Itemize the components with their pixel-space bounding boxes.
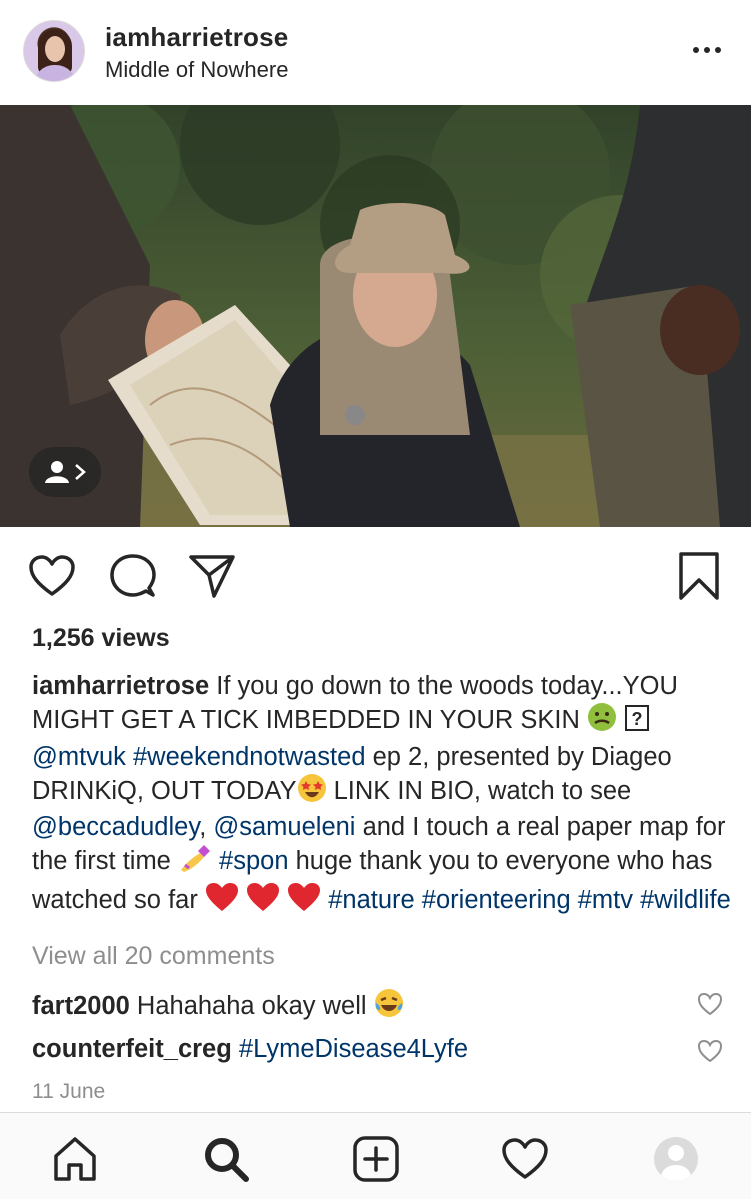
- hashtag-orienteering[interactable]: #orienteering: [422, 886, 571, 914]
- post-actions-bar: [0, 540, 751, 610]
- hashtag-spon[interactable]: #spon: [219, 847, 288, 875]
- activity-heart-icon[interactable]: [499, 1133, 551, 1185]
- user-avatar[interactable]: [23, 20, 85, 82]
- mention-beccadudley[interactable]: @beccadudley: [32, 813, 199, 841]
- red-heart-icon: [287, 882, 321, 920]
- nauseated-face-icon: [587, 702, 617, 740]
- post-header: iamharrietrose Middle of Nowhere: [0, 0, 751, 105]
- caption-username[interactable]: iamharrietrose: [32, 672, 209, 700]
- home-icon[interactable]: [49, 1133, 101, 1185]
- comment-username[interactable]: counterfeit_creg: [32, 1035, 232, 1063]
- star-struck-icon: [297, 773, 327, 811]
- bottom-navigation: [0, 1112, 751, 1199]
- tears-of-joy-icon: [374, 988, 404, 1025]
- post-photo-image: [0, 105, 751, 527]
- caption-text-3: LINK IN BIO, watch to see: [326, 776, 632, 805]
- mention-mtvuk[interactable]: @mtvuk: [32, 743, 126, 771]
- view-count[interactable]: 1,256 views: [32, 624, 170, 653]
- hashtag-wildlife[interactable]: #wildlife: [640, 886, 731, 914]
- comment-hashtag[interactable]: #LymeDisease4Lyfe: [239, 1035, 468, 1063]
- mention-samueleni[interactable]: @samueleni: [213, 813, 355, 841]
- send-icon[interactable]: [186, 550, 238, 602]
- bookmark-icon[interactable]: [673, 550, 725, 602]
- hashtag-nature[interactable]: #nature: [328, 886, 415, 914]
- unknown-glyph-icon: ?: [624, 704, 650, 740]
- red-heart-icon: [205, 882, 239, 920]
- more-options-icon[interactable]: [689, 36, 725, 64]
- post-username[interactable]: iamharrietrose: [105, 22, 288, 53]
- post-caption: iamharrietrose If you go down to the woo…: [32, 670, 732, 920]
- profile-icon[interactable]: [650, 1133, 702, 1185]
- comment-icon[interactable]: [107, 550, 159, 602]
- search-icon[interactable]: [200, 1133, 252, 1185]
- comment-like-heart-icon[interactable]: [697, 1039, 723, 1063]
- hashtag-weekendnotwasted[interactable]: #weekendnotwasted: [133, 743, 366, 771]
- comment-username[interactable]: fart2000: [32, 992, 130, 1020]
- svg-text:?: ?: [632, 709, 643, 729]
- hashtag-mtv[interactable]: #mtv: [578, 886, 633, 914]
- post-date: 11 June: [32, 1080, 106, 1103]
- post-photo[interactable]: [0, 105, 751, 527]
- comment-item: fart2000 Hahahaha okay well: [32, 988, 404, 1025]
- instagram-post-screen: iamharrietrose Middle of Nowhere 1,256 v…: [0, 0, 751, 1199]
- comment-like-heart-icon[interactable]: [697, 992, 723, 1016]
- add-post-icon[interactable]: [350, 1133, 402, 1185]
- post-location[interactable]: Middle of Nowhere: [105, 57, 288, 83]
- user-tag-icon[interactable]: [29, 447, 101, 497]
- comment-text: Hahahaha okay well: [129, 992, 374, 1020]
- heart-icon[interactable]: [26, 550, 78, 602]
- red-heart-icon: [246, 882, 280, 920]
- comment-item: counterfeit_creg #LymeDisease4Lyfe: [32, 1035, 468, 1064]
- caption-text-4: ,: [199, 813, 214, 842]
- nail-polish-icon: [178, 843, 212, 881]
- view-all-comments-link[interactable]: View all 20 comments: [32, 942, 275, 971]
